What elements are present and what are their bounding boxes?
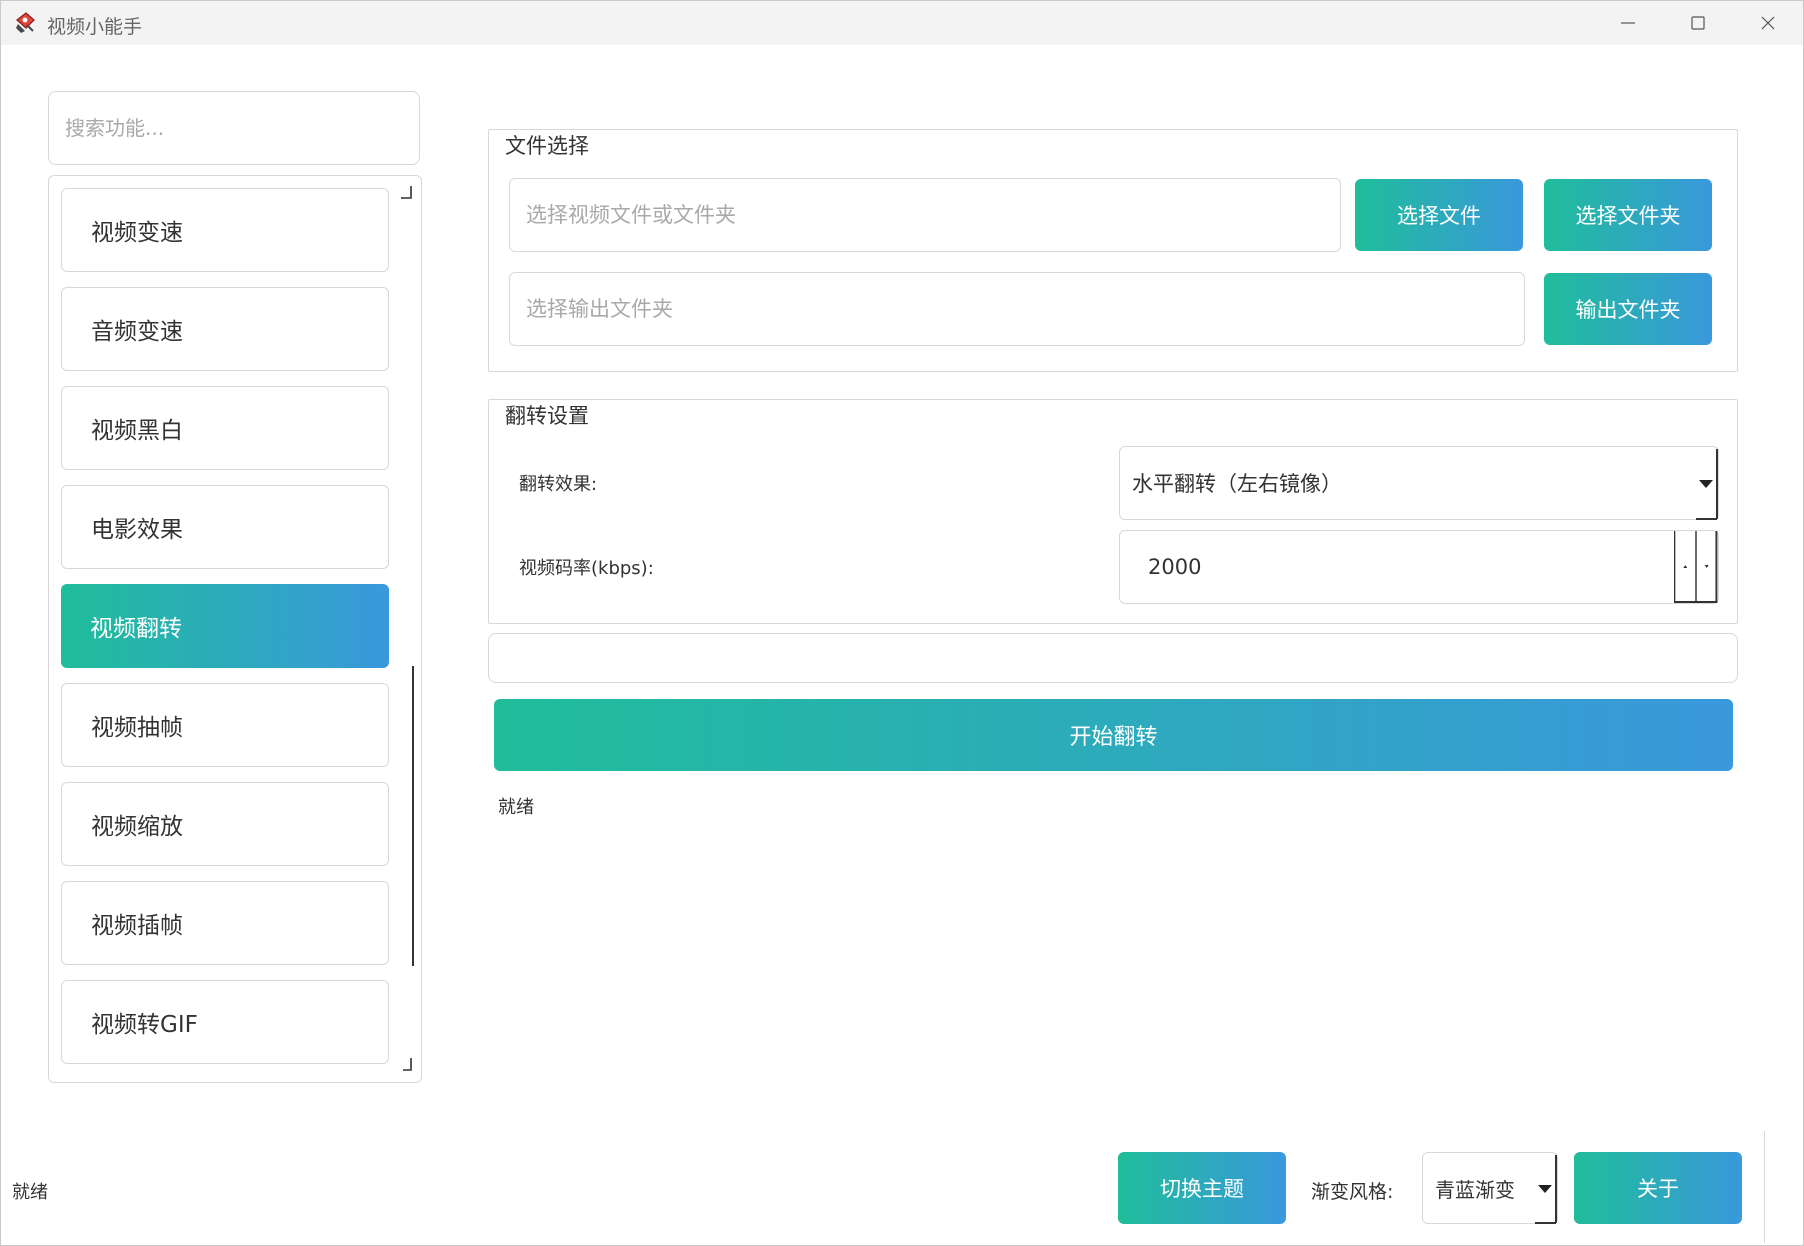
bitrate-value: 2000 <box>1148 555 1202 579</box>
sidebar-item-film-effect[interactable]: 电影效果 <box>61 485 389 569</box>
start-flip-button[interactable]: 开始翻转 <box>494 699 1733 771</box>
sidebar-item-audio-speed[interactable]: 音频变速 <box>61 287 389 371</box>
gradient-style-select[interactable]: 青蓝渐变 <box>1422 1152 1558 1224</box>
output-folder-button[interactable]: 输出文件夹 <box>1544 273 1712 345</box>
sidebar-item-video-to-gif[interactable]: 视频转GIF <box>61 980 389 1064</box>
chevron-down-icon <box>1535 1155 1557 1224</box>
task-status-text: 就绪 <box>498 797 534 818</box>
footer-divider <box>1764 1131 1765 1243</box>
bitrate-spinbox[interactable]: 2000 <box>1119 530 1719 604</box>
sidebar-item-label: 电影效果 <box>91 517 183 543</box>
flip-settings-group: 翻转设置 翻转效果: 水平翻转（左右镜像） 视频码率(kbps): 2000 <box>488 399 1738 624</box>
sidebar-item-video-speed[interactable]: 视频变速 <box>61 188 389 272</box>
gradient-style-value: 青蓝渐变 <box>1435 1177 1515 1202</box>
close-button[interactable] <box>1733 1 1803 45</box>
sidebar-item-label: 视频抽帧 <box>91 715 183 741</box>
sidebar-item-video-flip[interactable]: 视频翻转 <box>61 584 389 668</box>
flip-effect-select[interactable]: 水平翻转（左右镜像） <box>1119 446 1719 520</box>
app-window: 视频小能手 视频变速 音频变速 视频黑白 电影效果 视频翻转 视频抽帧 视频缩放… <box>0 0 1804 1246</box>
about-button[interactable]: 关于 <box>1574 1152 1742 1224</box>
sidebar-item-label: 视频转GIF <box>91 1012 198 1038</box>
feature-list[interactable]: 视频变速 音频变速 视频黑白 电影效果 视频翻转 视频抽帧 视频缩放 视频插帧 … <box>48 175 422 1083</box>
group-title: 翻转设置 <box>503 400 591 430</box>
maximize-button[interactable] <box>1663 1 1733 45</box>
sidebar-item-video-scale[interactable]: 视频缩放 <box>61 782 389 866</box>
gradient-style-label: 渐变风格: <box>1311 1181 1394 1203</box>
sidebar-item-label: 视频插帧 <box>91 913 183 939</box>
group-title: 文件选择 <box>503 130 591 160</box>
bitrate-label: 视频码率(kbps): <box>519 558 654 579</box>
maximize-icon <box>1691 16 1705 30</box>
file-selection-group: 文件选择 选择文件 选择文件夹 输出文件夹 <box>488 129 1738 372</box>
select-folder-button[interactable]: 选择文件夹 <box>1544 179 1712 251</box>
video-file-input[interactable] <box>509 178 1341 252</box>
sidebar-item-frame-interpolation[interactable]: 视频插帧 <box>61 881 389 965</box>
sidebar-item-video-grayscale[interactable]: 视频黑白 <box>61 386 389 470</box>
close-icon <box>1761 16 1775 30</box>
sidebar-item-label: 视频缩放 <box>91 814 183 840</box>
output-folder-input[interactable] <box>509 272 1525 346</box>
progress-bar <box>488 633 1738 683</box>
window-title: 视频小能手 <box>47 16 143 38</box>
scroll-down-arrow[interactable] <box>401 1056 413 1072</box>
sidebar-item-label: 视频黑白 <box>91 418 183 444</box>
flip-effect-label: 翻转效果: <box>519 474 598 495</box>
sidebar-item-label: 视频变速 <box>91 220 183 246</box>
chevron-down-icon <box>1696 449 1718 520</box>
flip-effect-value: 水平翻转（左右镜像） <box>1132 472 1342 496</box>
switch-theme-button[interactable]: 切换主题 <box>1118 1152 1286 1224</box>
sidebar-item-label: 视频翻转 <box>90 616 182 642</box>
app-logo-icon <box>16 12 35 33</box>
spin-buttons[interactable] <box>1674 531 1718 603</box>
scroll-up-arrow[interactable] <box>401 184 413 200</box>
feature-search-input[interactable] <box>48 91 420 165</box>
scrollbar-handle[interactable] <box>406 666 414 966</box>
sidebar-item-label: 音频变速 <box>91 319 183 345</box>
title-bar[interactable]: 视频小能手 <box>1 1 1803 45</box>
minimize-icon <box>1621 22 1635 24</box>
sidebar-item-frame-extract[interactable]: 视频抽帧 <box>61 683 389 767</box>
select-file-button[interactable]: 选择文件 <box>1355 179 1523 251</box>
footer-status-text: 就绪 <box>12 1182 48 1203</box>
minimize-button[interactable] <box>1593 1 1663 45</box>
